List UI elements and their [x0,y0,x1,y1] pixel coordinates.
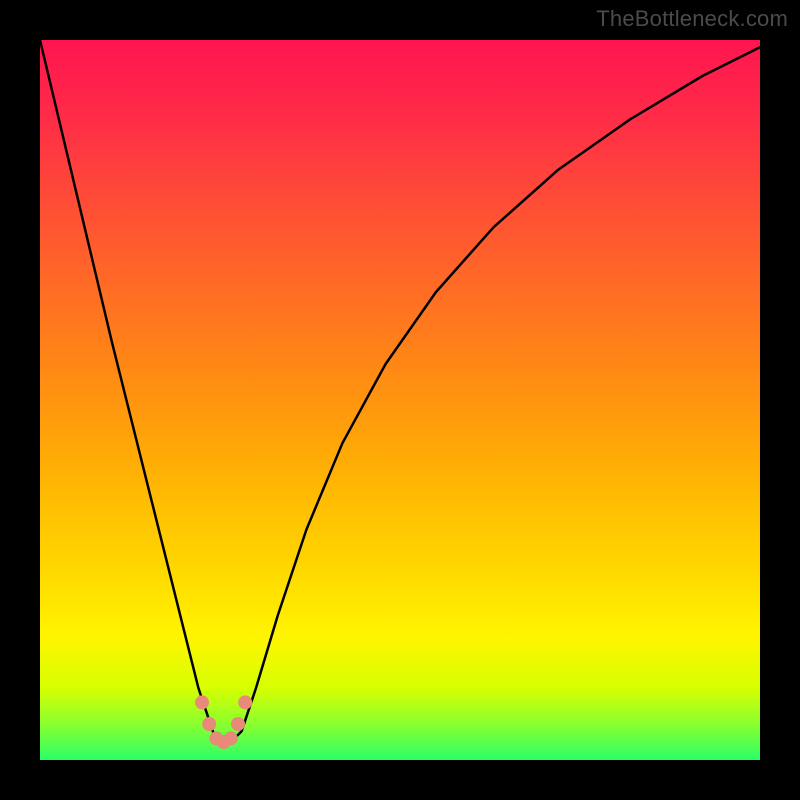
marker-group [195,695,252,749]
marker-dot [238,695,252,709]
watermark-text: TheBottleneck.com [596,6,788,32]
marker-dot [224,731,238,745]
marker-dot [195,695,209,709]
curve-path [40,40,760,746]
curve-path-group [40,40,760,746]
chart-svg [40,40,760,760]
marker-dot [231,717,245,731]
marker-dot [202,717,216,731]
plot-area [40,40,760,760]
chart-frame: TheBottleneck.com [0,0,800,800]
